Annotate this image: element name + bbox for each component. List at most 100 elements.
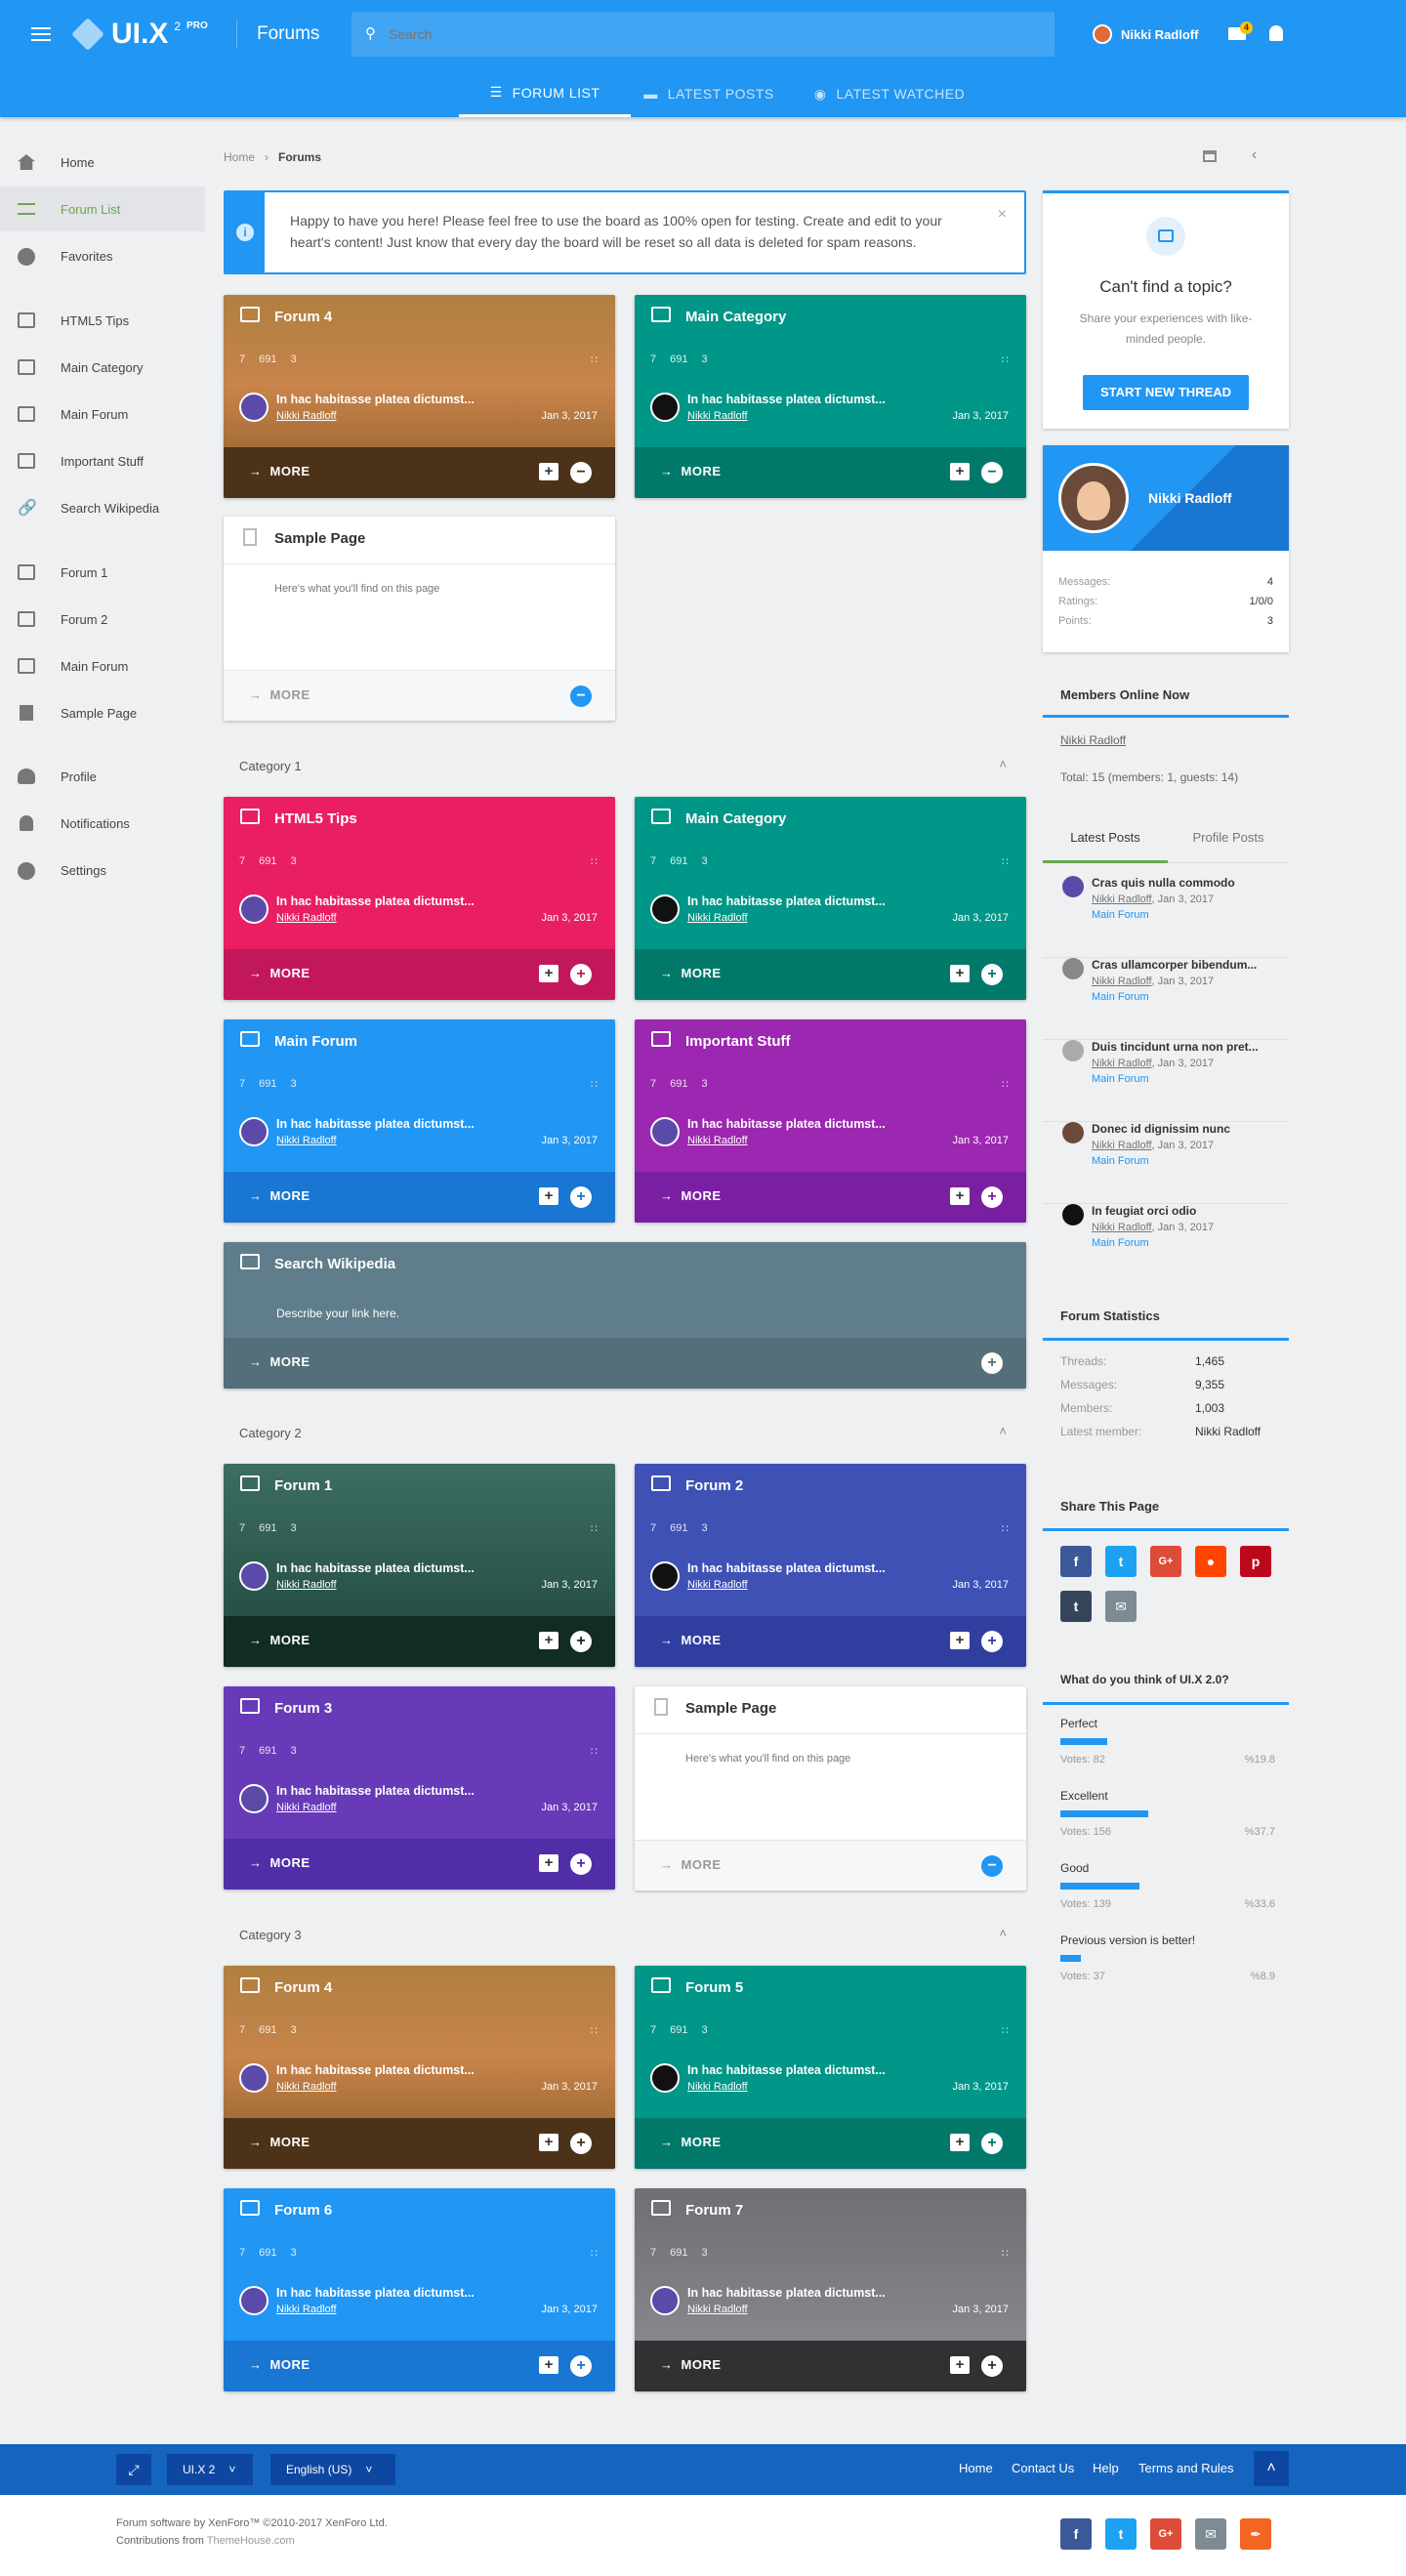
list-item[interactable]: In feugiat orci odio Nikki Radloff, Jan 3… bbox=[1043, 1204, 1289, 1286]
rss-icon[interactable]: ∷ bbox=[591, 1745, 598, 1758]
rss-icon[interactable]: ∷ bbox=[1002, 1522, 1009, 1535]
more-button[interactable]: → MORE bbox=[249, 1188, 310, 1203]
card-title[interactable]: HTML5 Tips bbox=[274, 810, 357, 827]
more-button[interactable]: → MORE bbox=[660, 966, 722, 980]
card-title[interactable]: Forum 1 bbox=[274, 1477, 332, 1494]
more-button[interactable]: → MORE bbox=[660, 1188, 722, 1203]
forum-card-important[interactable]: Important Stuff 7 691 3 ∷ In hac habitasse pl… bbox=[635, 1019, 1026, 1223]
add-icon[interactable]: + bbox=[981, 2355, 1003, 2377]
tab-profile-posts[interactable]: Profile Posts bbox=[1168, 830, 1289, 863]
sidebar-item-settings[interactable]: Settings bbox=[0, 848, 205, 893]
online-member-link[interactable]: Nikki Radloff bbox=[1060, 733, 1126, 747]
sidebar-item-main-forum-2[interactable]: Main Forum bbox=[0, 644, 205, 688]
category-2-header[interactable]: Category 2 ˄ bbox=[224, 1420, 1026, 1449]
add-post-icon[interactable]: + bbox=[539, 1854, 558, 1872]
menu-icon[interactable] bbox=[31, 27, 51, 41]
add-icon[interactable]: − bbox=[570, 686, 592, 707]
forum-card-wiki[interactable]: Search Wikipedia Describe your link here.… bbox=[224, 1242, 1026, 1389]
card-title[interactable]: Sample Page bbox=[685, 1700, 776, 1717]
footer-link-home[interactable]: Home bbox=[959, 2461, 993, 2475]
latest-post[interactable]: In hac habitasse platea dictumst... Nikki… bbox=[239, 894, 598, 928]
forum-card-forum1[interactable]: Forum 1 7 691 3 ∷ In hac habitasse platea dic… bbox=[224, 1464, 615, 1667]
rss-icon[interactable]: ∷ bbox=[1002, 2024, 1009, 2037]
forum-card-mainforum[interactable]: Main Forum 7 691 3 ∷ In hac habitasse platea … bbox=[224, 1019, 615, 1223]
add-post-icon[interactable]: + bbox=[539, 2134, 558, 2151]
latest-post[interactable]: In hac habitasse platea dictumst... Nikki… bbox=[650, 894, 1009, 928]
rss-icon[interactable]: ∷ bbox=[1002, 855, 1009, 868]
close-icon[interactable]: × bbox=[998, 206, 1007, 224]
chevron-up-icon[interactable]: ˄ bbox=[999, 1424, 1007, 1438]
remove-icon[interactable]: − bbox=[981, 462, 1003, 483]
more-button[interactable]: → MORE bbox=[660, 1633, 722, 1647]
add-post-icon[interactable]: + bbox=[539, 2356, 558, 2374]
more-button[interactable]: → MORE bbox=[249, 1855, 310, 1870]
forum-card-maincat1[interactable]: Main Category 7 691 3 ∷ In hac habitasse plat… bbox=[635, 295, 1026, 498]
forum-card-forum5[interactable]: Forum 5 7 691 3 ∷ In hac habitasse platea dic… bbox=[635, 1966, 1026, 2169]
search-box[interactable]: ⚲ bbox=[352, 12, 1054, 57]
rss-icon[interactable]: ∷ bbox=[591, 1078, 598, 1091]
rss-icon[interactable]: ∷ bbox=[591, 353, 598, 366]
list-item[interactable]: Duis tincidunt urna non pret... Nikki Rad… bbox=[1043, 1040, 1289, 1122]
forum-card-sample2[interactable]: Sample Page Here's what you'll find on th… bbox=[635, 1686, 1026, 1890]
card-title[interactable]: Forum 7 bbox=[685, 2202, 743, 2219]
more-button[interactable]: → MORE bbox=[249, 2135, 310, 2149]
card-title[interactable]: Forum 4 bbox=[274, 1979, 332, 1996]
section-title[interactable]: Forums bbox=[257, 23, 319, 45]
rss-icon[interactable]: ∷ bbox=[1002, 353, 1009, 366]
add-post-icon[interactable]: + bbox=[950, 965, 970, 982]
more-button[interactable]: → MORE bbox=[249, 1354, 310, 1369]
search-input[interactable] bbox=[389, 21, 974, 47]
add-post-icon[interactable]: + bbox=[539, 463, 558, 480]
list-item[interactable]: Cras ullamcorper bibendum... Nikki Radlof… bbox=[1043, 958, 1289, 1040]
facebook-icon[interactable]: f bbox=[1060, 1546, 1092, 1577]
fullscreen-button[interactable]: ⤢ bbox=[116, 2454, 151, 2485]
twitter-icon[interactable]: t bbox=[1105, 1546, 1137, 1577]
add-post-icon[interactable]: + bbox=[539, 1632, 558, 1649]
sitemap-icon[interactable] bbox=[1203, 150, 1217, 162]
forum-card-forum4a[interactable]: Forum 4 7 691 3 ∷ In hac habitasse platea dic… bbox=[224, 295, 615, 498]
add-icon[interactable]: + bbox=[570, 1631, 592, 1652]
sidebar-item-favorites[interactable]: Favorites bbox=[0, 233, 205, 278]
latest-post[interactable]: In hac habitasse platea dictumst... Nikki… bbox=[239, 2286, 598, 2319]
latest-post[interactable]: In hac habitasse platea dictumst... Nikki… bbox=[650, 1561, 1009, 1595]
rss-icon[interactable]: ∷ bbox=[591, 2024, 598, 2037]
style-chooser[interactable]: UI.X 2 ˅ bbox=[167, 2454, 253, 2485]
bell-icon[interactable] bbox=[1269, 25, 1283, 41]
latest-post[interactable]: In hac habitasse platea dictumst... Nikki… bbox=[650, 2286, 1009, 2319]
collapse-sidebar-icon[interactable]: ‹ bbox=[1252, 146, 1257, 164]
add-icon[interactable]: + bbox=[570, 1186, 592, 1208]
forum-card-forum7[interactable]: Forum 7 7 691 3 ∷ In hac habitasse platea dic… bbox=[635, 2188, 1026, 2391]
tab-latest-watched[interactable]: ◉ Latest watched bbox=[787, 70, 992, 117]
add-post-icon[interactable]: + bbox=[539, 965, 558, 982]
latest-post[interactable]: In hac habitasse platea dictumst... Nikki… bbox=[239, 393, 598, 426]
forum-card-sample1[interactable]: Sample Page Here's what you'll find on th… bbox=[224, 517, 615, 721]
twitter-icon[interactable]: t bbox=[1105, 2518, 1137, 2550]
latest-post[interactable]: In hac habitasse platea dictumst... Nikki… bbox=[650, 393, 1009, 426]
add-icon[interactable]: + bbox=[570, 2133, 592, 2154]
sidebar-item-profile[interactable]: Profile bbox=[0, 754, 205, 799]
avatar[interactable] bbox=[1058, 463, 1129, 533]
latest-post[interactable]: In hac habitasse platea dictumst... Nikki… bbox=[239, 2063, 598, 2097]
card-title[interactable]: Important Stuff bbox=[685, 1033, 790, 1050]
rss-icon[interactable]: ∷ bbox=[591, 2247, 598, 2260]
tab-latest-posts-side[interactable]: Latest Posts bbox=[1043, 830, 1168, 863]
tumblr-icon[interactable]: t bbox=[1060, 1591, 1092, 1622]
tab-forum-list[interactable]: ☰ Forum list bbox=[459, 70, 631, 117]
sidebar-item-search-wikipedia[interactable]: 🔗 Search Wikipedia bbox=[0, 485, 205, 530]
more-button[interactable]: → MORE bbox=[249, 464, 310, 478]
forum-card-html5[interactable]: HTML5 Tips 7 691 3 ∷ In hac habitasse platea … bbox=[224, 797, 615, 1000]
category-1-header[interactable]: Category 1 ˄ bbox=[224, 753, 1026, 782]
more-button[interactable]: → MORE bbox=[660, 464, 722, 478]
remove-icon[interactable]: − bbox=[570, 462, 592, 483]
add-post-icon[interactable]: + bbox=[950, 2356, 970, 2374]
more-button[interactable]: → MORE bbox=[660, 1857, 722, 1872]
more-button[interactable]: → MORE bbox=[249, 687, 310, 702]
add-icon[interactable]: + bbox=[570, 1853, 592, 1875]
add-icon[interactable]: + bbox=[981, 1631, 1003, 1652]
category-3-header[interactable]: Category 3 ˄ bbox=[224, 1922, 1026, 1951]
pinterest-icon[interactable]: p bbox=[1240, 1546, 1271, 1577]
email-icon[interactable]: ✉ bbox=[1195, 2518, 1226, 2550]
add-icon[interactable]: − bbox=[981, 1855, 1003, 1877]
back-to-top-button[interactable]: ˄ bbox=[1254, 2451, 1289, 2486]
add-icon[interactable]: + bbox=[981, 2133, 1003, 2154]
